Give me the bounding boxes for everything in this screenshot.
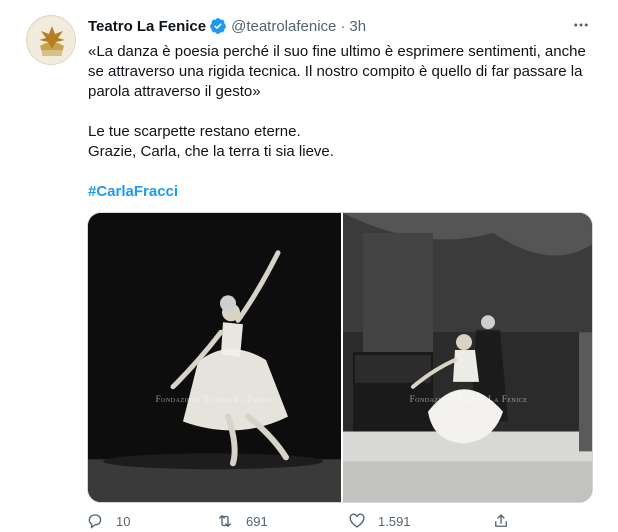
like-icon [349,513,365,528]
stage-scene-illustration [343,213,592,502]
photo-stage-scene[interactable]: Fondazione Teatro La Fenice [343,213,592,502]
message-line-1: Le tue scarpette restano eterne. [88,123,301,140]
photo-ballerina-stage[interactable]: Fondazione Teatro La Fenice [88,213,341,502]
like-button[interactable]: 1.591 [348,512,411,530]
message-line-2: Grazie, Carla, che la terra ti sia lieve… [88,143,334,160]
more-options-button[interactable] [570,14,592,36]
quote-line-2: se attraverso una rigida tecnica. Il nos… [88,63,583,80]
share-button[interactable] [492,512,522,530]
user-handle[interactable]: @teatrolafenice [231,18,336,35]
tweet-text: «La danza è poesia perché il suo fine ul… [88,42,588,202]
action-bar: 10 691 1.591 [86,508,526,532]
quote-line-1: «La danza è poesia perché il suo fine ul… [88,43,586,60]
ballerina-illustration [88,213,341,502]
like-count: 1.591 [378,513,411,529]
tweet-header: Teatro La Fenice @teatrolafenice · 3h [88,17,366,35]
retweet-button[interactable]: 691 [216,512,268,530]
retweet-icon [219,515,231,527]
share-icon [495,514,507,527]
timestamp[interactable]: 3h [349,18,366,35]
avatar[interactable] [26,15,76,65]
retweet-count: 691 [246,513,268,529]
reply-icon [88,514,102,529]
watermark: Fondazione Teatro La Fenice [155,394,274,404]
quote-line-3: parola attraverso il gesto» [88,83,261,100]
separator-dot: · [340,17,346,35]
watermark: Fondazione Teatro La Fenice [409,394,528,404]
media-grid: Fondazione Teatro La Fenice Fondazione T… [87,212,593,503]
tweet-card[interactable]: Teatro La Fenice @teatrolafenice · 3h «L… [0,0,618,532]
hashtag-link[interactable]: #CarlaFracci [88,183,178,200]
verified-badge-icon [210,18,226,34]
display-name[interactable]: Teatro La Fenice [88,18,206,35]
reply-count: 10 [116,513,131,529]
more-icon [574,23,588,27]
phoenix-logo-icon [28,17,75,64]
reply-button[interactable]: 10 [86,512,130,530]
